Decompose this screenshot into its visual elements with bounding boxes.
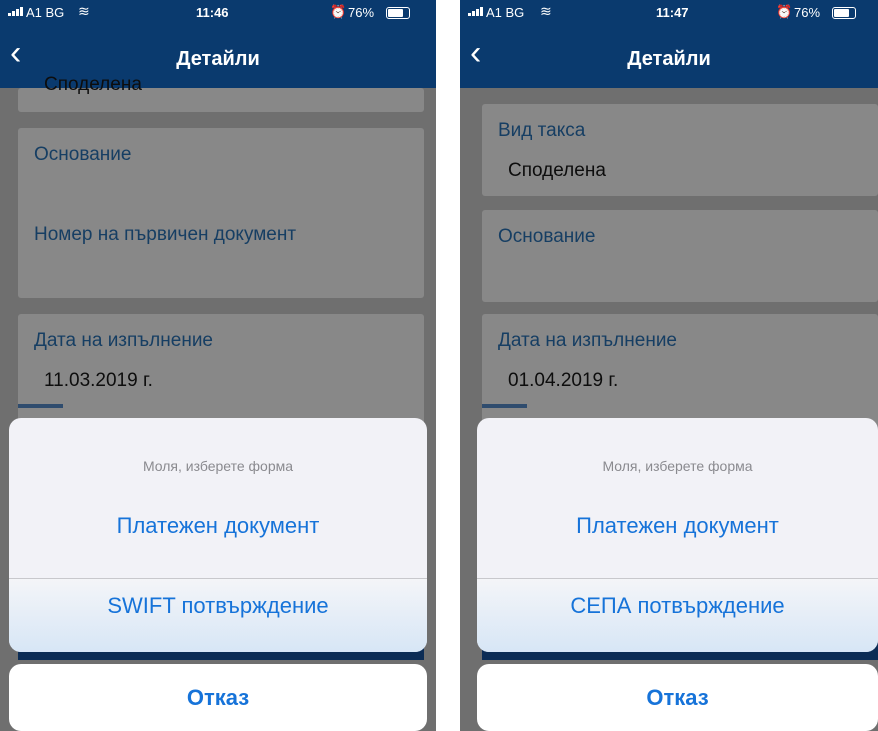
- battery-icon: [832, 7, 856, 19]
- execution-date-label: Дата на изпълнение: [498, 330, 677, 351]
- carrier-label: A1 BG: [486, 5, 525, 20]
- alarm-icon: ⏰: [330, 4, 347, 19]
- fee-type-label: Вид такса: [498, 120, 586, 141]
- basis-label: Основание: [34, 144, 132, 165]
- navigation-bar: ‹ Детайли: [460, 26, 878, 88]
- sepa-confirmation-button[interactable]: СЕПА потвърждение: [477, 593, 878, 619]
- next-label-fragment: [18, 404, 63, 408]
- next-label-fragment: [482, 404, 527, 408]
- basis-label: Основание: [498, 226, 596, 247]
- cancel-button[interactable]: Отказ: [477, 664, 878, 731]
- page-title: Детайли: [627, 48, 711, 70]
- detail-value: Споделена: [44, 74, 142, 95]
- action-sheet: Моля, изберете форма Платежен документ С…: [477, 418, 878, 652]
- action-sheet: Моля, изберете форма Платежен документ S…: [9, 418, 427, 652]
- detail-card-cut: Споделена: [18, 74, 424, 112]
- wifi-icon: ≋: [540, 3, 552, 19]
- carrier-label: A1 BG: [26, 5, 65, 20]
- battery-percent: 76%: [794, 5, 821, 20]
- cancel-button[interactable]: Отказ: [9, 664, 427, 731]
- clock-time: 11:46: [196, 5, 229, 20]
- detail-card-basis: Основание Номер на първичен документ: [18, 128, 424, 298]
- detail-card-basis: Основание: [482, 210, 878, 302]
- fee-type-value: Споделена: [508, 160, 606, 181]
- status-bar: A1 BG ≋ 11:46 ⏰ 76%: [0, 0, 436, 26]
- swift-confirmation-button[interactable]: SWIFT потвърждение: [9, 593, 427, 619]
- execution-date-label: Дата на изпълнение: [34, 330, 213, 351]
- execution-date-value: 11.03.2019 г.: [44, 370, 153, 391]
- clock-time: 11:47: [656, 5, 689, 20]
- payment-document-button[interactable]: Платежен документ: [477, 513, 878, 539]
- wifi-icon: ≋: [78, 3, 90, 19]
- battery-icon: [386, 7, 410, 19]
- status-bar: A1 BG ≋ 11:47 ⏰ 76%: [460, 0, 878, 26]
- phone-screen-right: A1 BG ≋ 11:47 ⏰ 76% ‹ Детайли Вид такса …: [460, 0, 878, 731]
- execution-date-value: 01.04.2019 г.: [508, 370, 619, 391]
- detail-card-fee-type: Вид такса Споделена: [482, 104, 878, 196]
- payment-document-button[interactable]: Платежен документ: [9, 513, 427, 539]
- detail-card-execution-date: Дата на изпълнение 11.03.2019 г.: [18, 314, 424, 434]
- action-sheet-prompt: Моля, изберете форма: [602, 458, 753, 474]
- page-title: Детайли: [176, 48, 260, 70]
- alarm-icon: ⏰: [776, 4, 793, 19]
- battery-percent: 76%: [348, 5, 375, 20]
- detail-card-execution-date: Дата на изпълнение 01.04.2019 г.: [482, 314, 878, 434]
- action-sheet-prompt: Моля, изберете форма: [142, 458, 294, 474]
- phone-screen-left: A1 BG ≋ 11:46 ⏰ 76% ‹ Детайли Споделена …: [0, 0, 436, 731]
- signal-icon: [468, 7, 483, 16]
- primary-document-label: Номер на първичен документ: [34, 224, 297, 245]
- signal-icon: [8, 7, 23, 16]
